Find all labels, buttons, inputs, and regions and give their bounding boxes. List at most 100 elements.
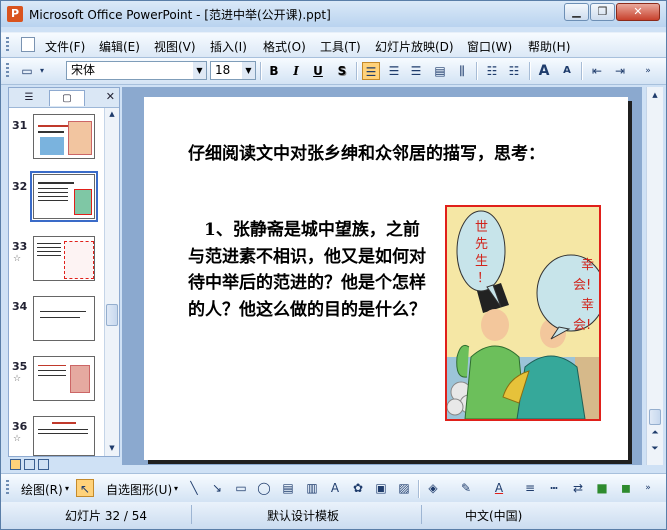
insert-picture-button[interactable]: ▨ — [395, 479, 413, 497]
toolbar-options-button[interactable]: » — [642, 479, 654, 497]
textbox-tool-button[interactable]: ▤ — [279, 479, 297, 497]
slide-vertical-scrollbar[interactable]: ▲ ⏶ ⏷ — [646, 87, 663, 465]
line-color-button[interactable]: ✎ — [457, 479, 475, 497]
autoshapes-menu-button[interactable]: 自选图形(U) — [106, 481, 172, 498]
decrease-indent-button[interactable]: ⇤ — [588, 62, 606, 80]
font-color-button[interactable]: A — [490, 479, 508, 497]
shadow-style-icon: ■ — [596, 481, 608, 495]
line-style-button[interactable]: ≡ — [521, 479, 539, 497]
animation-star-icon: ☆ — [13, 254, 22, 264]
bullets-button[interactable]: ☷ — [505, 62, 523, 80]
italic-button[interactable]: I — [287, 62, 305, 80]
previous-slide-icon[interactable]: ⏶ — [649, 427, 661, 439]
diagram-button[interactable]: ✿ — [349, 479, 367, 497]
increase-indent-button[interactable]: ⇥ — [611, 62, 629, 80]
cartoon-illustration[interactable]: 世 先 生 ！ 幸 会! 幸 会! — [445, 205, 601, 421]
bubble-right-char: 幸 — [581, 298, 594, 313]
dash-style-icon: ┅ — [550, 481, 558, 495]
menu-insert[interactable]: 插入(I) — [210, 38, 247, 55]
scrollbar-thumb[interactable] — [649, 409, 661, 425]
arrow-style-button[interactable]: ⇄ — [569, 479, 587, 497]
align-center-icon: ☰ — [388, 64, 400, 78]
line-tool-button[interactable]: ╲ — [185, 479, 203, 497]
toolbar-grip[interactable] — [6, 480, 9, 496]
underline-button[interactable]: U — [309, 62, 327, 80]
panel-tabs: ☰ ▢ ✕ — [9, 88, 119, 108]
menu-tools[interactable]: 工具(T) — [320, 38, 361, 55]
slide-sorter-icon[interactable] — [24, 459, 35, 470]
distributed-align-icon: ▤ — [434, 64, 446, 78]
slide-editing-area: 仔细阅读文中对张乡绅和众邻居的描写，思考： 1、张静斋是城中望族，之前 与范进素… — [122, 87, 642, 465]
slide-thumbnail-36[interactable] — [33, 416, 95, 456]
scroll-up-icon[interactable]: ▲ — [106, 108, 118, 120]
scroll-down-icon[interactable]: ▼ — [106, 442, 118, 454]
bubble-left-char: 世 — [475, 220, 488, 235]
restore-icon: ❐ — [597, 5, 608, 18]
bulleted-list-icon: ☷ — [508, 64, 520, 78]
scroll-up-icon[interactable]: ▲ — [649, 89, 661, 101]
normal-view-icon[interactable] — [10, 459, 21, 470]
slide-number: 32 — [12, 180, 28, 193]
slides-panel-scrollbar[interactable]: ▲ ▼ — [104, 108, 119, 456]
slideshow-view-icon[interactable] — [38, 459, 49, 470]
tab-outline[interactable]: ☰ — [11, 90, 47, 106]
menu-format[interactable]: 格式(O) — [263, 38, 306, 55]
slide-thumbnail-34[interactable] — [33, 296, 95, 341]
toolbar-grip[interactable] — [6, 37, 9, 53]
next-slide-icon[interactable]: ⏷ — [649, 443, 661, 455]
tab-slides[interactable]: ▢ — [49, 90, 85, 106]
align-center-button[interactable]: ☰ — [385, 62, 403, 80]
fill-color-button[interactable]: ◈ — [424, 479, 442, 497]
slide-thumbnail-33[interactable] — [33, 236, 95, 281]
restore-button[interactable]: ❐ — [590, 3, 615, 21]
vertical-textbox-button[interactable]: ▥ — [303, 479, 321, 497]
align-right-button[interactable]: ☰ — [407, 62, 425, 80]
menu-file[interactable]: 文件(F) — [45, 38, 85, 55]
select-objects-button[interactable]: ↖ — [76, 479, 94, 497]
rectangle-tool-button[interactable]: ▭ — [232, 479, 250, 497]
shrink-font-button[interactable]: A — [558, 62, 576, 80]
scrollbar-thumb[interactable] — [106, 304, 118, 326]
toolbar-grip[interactable] — [6, 63, 9, 79]
shadow-button[interactable]: S — [333, 62, 351, 80]
text-direction-button[interactable]: ⫼ — [453, 62, 471, 80]
menu-window[interactable]: 窗口(W) — [467, 38, 512, 55]
font-size-select[interactable]: 18 ▼ — [210, 61, 256, 80]
slide-thumbnail-32[interactable] — [30, 171, 98, 222]
bold-button[interactable]: B — [265, 62, 283, 80]
menu-view[interactable]: 视图(V) — [154, 38, 196, 55]
3d-style-button[interactable]: ◼ — [617, 479, 635, 497]
slide-body-text[interactable]: 1、张静斋是城中望族，之前 与范进素不相识，他又是如何对待中举后的范进的？他是个… — [188, 217, 438, 323]
clipart-button[interactable]: ▣ — [372, 479, 390, 497]
menu-edit[interactable]: 编辑(E) — [99, 38, 140, 55]
paint-bucket-icon: ◈ — [428, 481, 438, 495]
slide-thumbnail-31[interactable] — [33, 114, 95, 159]
font-name-select[interactable]: 宋体 ▼ — [66, 61, 207, 80]
slide-title[interactable]: 仔细阅读文中对张乡绅和众邻居的描写，思考： — [188, 141, 568, 168]
document-icon[interactable] — [21, 37, 35, 52]
new-dropdown-icon[interactable]: ▾ — [37, 62, 47, 80]
slides-panel: ☰ ▢ ✕ 31 32 33 ☆ 34 35 ☆ 36 ☆ ▲ ▼ — [8, 87, 120, 457]
line-icon: ╲ — [190, 481, 198, 495]
align-left-button[interactable]: ☰ — [362, 62, 380, 80]
distributed-align-button[interactable]: ▤ — [431, 62, 449, 80]
wordart-button[interactable]: A — [326, 479, 344, 497]
slide-thumbnail-35[interactable] — [33, 356, 95, 401]
draw-menu-button[interactable]: 绘图(R) — [21, 481, 63, 498]
minimize-button[interactable]: ▁ — [564, 3, 589, 21]
menu-help[interactable]: 帮助(H) — [528, 38, 570, 55]
close-button[interactable]: ✕ — [616, 3, 660, 21]
arrow-tool-button[interactable]: ↘ — [208, 479, 226, 497]
numbering-button[interactable]: ☷ — [483, 62, 501, 80]
current-slide[interactable]: 仔细阅读文中对张乡绅和众邻居的描写，思考： 1、张静斋是城中望族，之前 与范进素… — [144, 97, 628, 460]
shadow-style-button[interactable]: ■ — [593, 479, 611, 497]
grow-font-button[interactable]: A — [535, 62, 553, 80]
dash-style-button[interactable]: ┅ — [545, 479, 563, 497]
oval-tool-button[interactable]: ◯ — [255, 479, 273, 497]
menu-slideshow[interactable]: 幻灯片放映(D) — [375, 38, 454, 55]
toolbar-options-button[interactable]: » — [642, 62, 654, 80]
close-panel-icon[interactable]: ✕ — [106, 90, 115, 103]
language-status: 中文(中国) — [465, 509, 523, 523]
new-document-icon[interactable]: ▭ — [18, 62, 36, 80]
font-size-value: 18 — [215, 63, 231, 77]
